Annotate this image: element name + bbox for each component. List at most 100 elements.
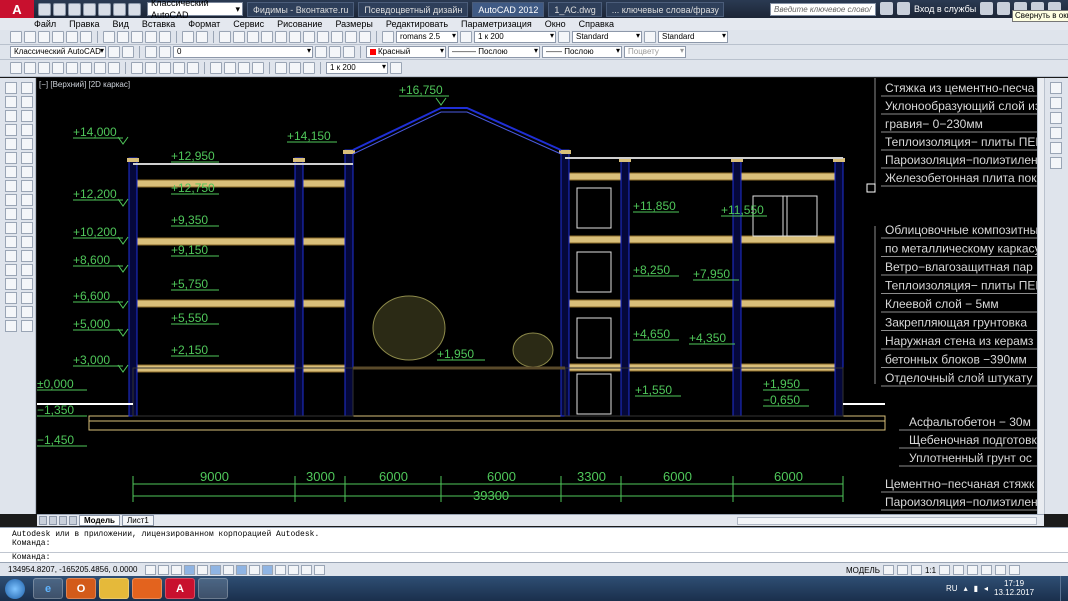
make-current-layer-icon[interactable]: [315, 46, 327, 58]
tolerance-icon[interactable]: [210, 62, 222, 74]
zoom-realtime-icon[interactable]: [233, 31, 245, 43]
help-icon[interactable]: [359, 31, 371, 43]
circle-icon[interactable]: [5, 166, 17, 178]
autocad-taskbar-icon[interactable]: A: [165, 578, 195, 599]
save-icon[interactable]: [38, 31, 50, 43]
mirror-icon[interactable]: [21, 110, 33, 122]
baseline-icon[interactable]: [145, 62, 157, 74]
vertical-scrollbar[interactable]: [1037, 78, 1044, 514]
hardware-acceleration-icon[interactable]: [981, 565, 993, 575]
linetype-select[interactable]: ——— Послою: [448, 46, 540, 58]
preview-icon[interactable]: [66, 31, 78, 43]
ortho-toggle[interactable]: [184, 564, 196, 575]
diameter-icon[interactable]: [94, 62, 106, 74]
help-search-input[interactable]: Введите ключевое слово/фразу: [770, 3, 876, 26]
cut-icon[interactable]: [103, 31, 115, 43]
menu-draw[interactable]: Рисование: [277, 19, 322, 29]
rectangle-icon[interactable]: [5, 138, 17, 150]
outlook-icon[interactable]: O: [66, 578, 96, 599]
snap-toggle[interactable]: [158, 564, 170, 575]
menu-view[interactable]: Вид: [113, 19, 129, 29]
quick-view-layouts-icon[interactable]: [882, 565, 894, 575]
layer-select[interactable]: 0: [173, 46, 313, 58]
text-style-select[interactable]: romans 2.5: [396, 31, 458, 43]
blank-icon[interactable]: [21, 320, 33, 332]
3d-osnap-toggle[interactable]: [223, 564, 235, 575]
gear-icon[interactable]: [122, 46, 134, 58]
calculator-icon[interactable]: [345, 31, 357, 43]
autocad-logo-icon[interactable]: A: [0, 0, 34, 18]
print-icon[interactable]: [98, 2, 111, 16]
array-icon[interactable]: [21, 138, 33, 150]
zoom-icon[interactable]: [1050, 97, 1062, 109]
clock[interactable]: 17:19 13.12.2017: [994, 579, 1034, 597]
menu-file[interactable]: Файл: [34, 19, 56, 29]
tab-model[interactable]: Модель: [79, 515, 120, 526]
lineweight-toggle[interactable]: [275, 564, 287, 575]
jogged-linear-icon[interactable]: [252, 62, 264, 74]
properties-icon[interactable]: [275, 31, 287, 43]
menu-edit[interactable]: Правка: [69, 19, 99, 29]
signin-link[interactable]: Вход в службы: [914, 4, 976, 14]
gradient-icon[interactable]: [5, 292, 17, 304]
tool-palettes-icon[interactable]: [303, 31, 315, 43]
match-properties-icon[interactable]: [145, 31, 157, 43]
arc-length-icon[interactable]: [38, 62, 50, 74]
undo-icon[interactable]: [182, 31, 194, 43]
dimension-break-icon[interactable]: [187, 62, 199, 74]
arc-icon[interactable]: [5, 152, 17, 164]
network-icon[interactable]: ▮: [974, 584, 978, 593]
workspace-select[interactable]: Классический AutoCAD ▾: [147, 0, 243, 20]
publish-icon[interactable]: [80, 31, 92, 43]
workspace-combo[interactable]: Классический AutoCAD: [10, 46, 106, 58]
quick-dimension-icon[interactable]: [131, 62, 143, 74]
otrack-toggle[interactable]: [236, 564, 248, 575]
menu-parametric[interactable]: Параметризация: [461, 19, 532, 29]
transparency-toggle[interactable]: [288, 564, 300, 575]
break-icon[interactable]: [21, 236, 33, 248]
line-icon[interactable]: [5, 82, 17, 94]
save-as-icon[interactable]: [83, 2, 96, 16]
open-icon[interactable]: [24, 31, 36, 43]
isolate-objects-icon[interactable]: [995, 565, 1007, 575]
ellipse-icon[interactable]: [5, 208, 17, 220]
first-tab-icon[interactable]: [39, 516, 47, 525]
infer-constraints-toggle[interactable]: [145, 564, 157, 575]
aligned-dimension-icon[interactable]: [24, 62, 36, 74]
command-input[interactable]: Команда:: [0, 552, 1068, 562]
layer-previous-icon[interactable]: [329, 46, 341, 58]
dimension-space-icon[interactable]: [173, 62, 185, 74]
design-center-icon[interactable]: [289, 31, 301, 43]
menu-help[interactable]: Справка: [579, 19, 614, 29]
firefox-icon[interactable]: [132, 578, 162, 599]
markup-icon[interactable]: [331, 31, 343, 43]
move-icon[interactable]: [21, 152, 33, 164]
redo-icon[interactable]: [128, 2, 141, 16]
multileader-style-select[interactable]: Standard: [658, 31, 728, 43]
explode-icon[interactable]: [21, 292, 33, 304]
paste-icon[interactable]: [131, 31, 143, 43]
document-title-tab[interactable]: 1_АС.dwg: [548, 1, 602, 17]
copy-object-icon[interactable]: [21, 96, 33, 108]
zoom-previous-icon[interactable]: [261, 31, 273, 43]
chamfer-icon[interactable]: [21, 264, 33, 276]
start-button[interactable]: [0, 576, 30, 601]
table-icon[interactable]: [21, 306, 33, 318]
tray-expand-icon[interactable]: ▴: [964, 584, 968, 593]
grid-toggle[interactable]: [171, 564, 183, 575]
inspection-icon[interactable]: [238, 62, 250, 74]
revision-cloud-icon[interactable]: [5, 180, 17, 192]
app-title-tab[interactable]: AutoCAD 2012: [472, 1, 545, 17]
menu-window[interactable]: Окно: [545, 19, 566, 29]
annotation-scale[interactable]: 1:1: [925, 566, 936, 575]
rotate-icon[interactable]: [21, 166, 33, 178]
model-space-toggle[interactable]: МОДЕЛЬ: [846, 566, 880, 575]
ducs-toggle[interactable]: [249, 564, 261, 575]
dimension-text-edit-icon[interactable]: [289, 62, 301, 74]
paint-icon[interactable]: [198, 578, 228, 599]
scale-icon[interactable]: [21, 180, 33, 192]
angular-icon[interactable]: [108, 62, 120, 74]
hatch-icon[interactable]: [5, 278, 17, 290]
dyn-toggle[interactable]: [262, 564, 274, 575]
layer-walk-icon[interactable]: [343, 46, 355, 58]
